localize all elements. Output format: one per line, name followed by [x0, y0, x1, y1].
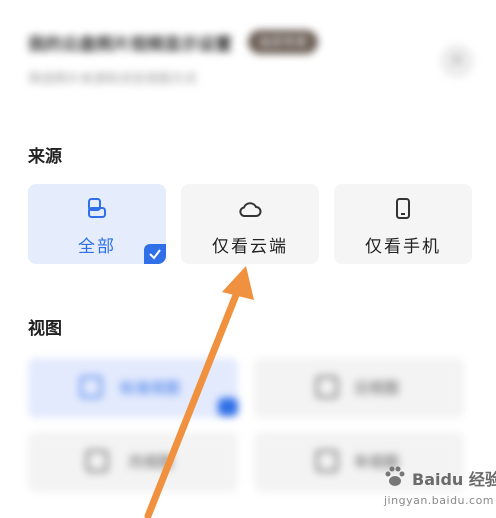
source-option-all[interactable]: 全部 [28, 184, 166, 264]
view-section-title: 视图 [28, 319, 62, 339]
close-icon[interactable]: ✕ [440, 44, 474, 78]
source-section-title: 来源 [28, 147, 62, 167]
calendar-year-icon [316, 450, 338, 472]
phone-icon [396, 198, 410, 219]
photos-icon [88, 198, 106, 218]
paw-icon [385, 466, 405, 486]
selected-check-icon [144, 244, 166, 264]
calendar-month-icon [86, 450, 108, 472]
view-option-label: 日视图 [354, 379, 400, 397]
vip-badge: 会员专享 [248, 30, 318, 54]
source-option-phone[interactable]: 仅看手机 [334, 184, 472, 264]
sheet-header: 我的云盘照片视频显示设置 会员专享 筛选照片来源和浏览视图方式 ✕ [0, 0, 496, 110]
source-option-label: 仅看云端 [212, 237, 288, 257]
baidu-jingyan-watermark: Baidu 经验 jingyan.baidu.com [376, 462, 496, 514]
source-option-cloud[interactable]: 仅看云端 [181, 184, 319, 264]
watermark-url: jingyan.baidu.com [384, 494, 495, 507]
sheet-subtitle: 筛选照片来源和浏览视图方式 [28, 72, 198, 87]
calendar-day-icon [316, 376, 338, 398]
view-option-label: 月视图 [128, 453, 174, 471]
grid-view-icon [80, 376, 102, 398]
selected-check-icon [218, 398, 238, 416]
source-option-label: 仅看手机 [365, 237, 441, 257]
cloud-icon [239, 202, 262, 217]
sheet-title: 我的云盘照片视频显示设置 [28, 35, 232, 55]
view-option-label: 标准视图 [120, 379, 181, 397]
view-option-day[interactable]: 日视图 [254, 358, 464, 418]
view-option-month[interactable]: 月视图 [28, 432, 238, 492]
watermark-brand: Baidu 经验 [412, 470, 496, 489]
view-option-standard[interactable]: 标准视图 [28, 358, 238, 418]
